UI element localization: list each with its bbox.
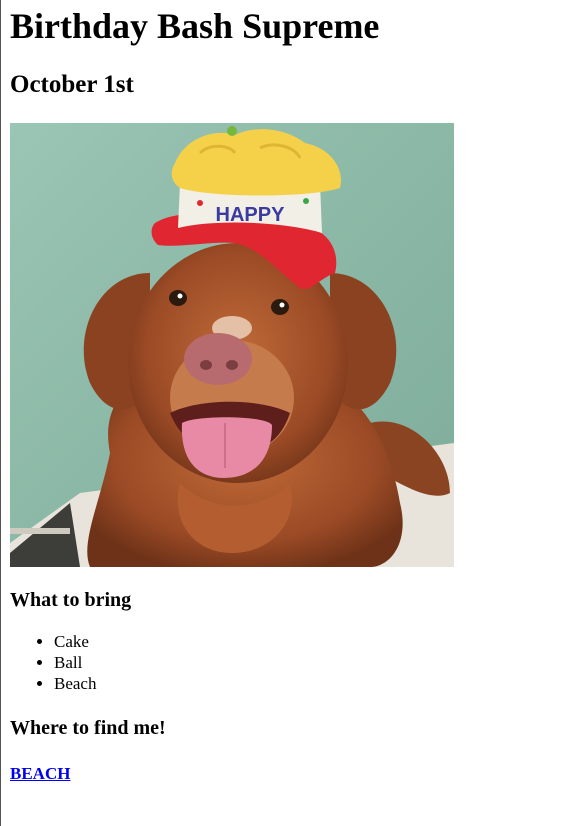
list-item: Cake: [54, 631, 96, 652]
page-title: Birthday Bash Supreme: [10, 6, 380, 46]
what-to-bring-heading: What to bring: [10, 589, 132, 611]
list-item: Ball: [54, 652, 96, 673]
window-left-edge: [0, 0, 1, 826]
dog-illustration: HAPPY: [10, 123, 454, 567]
where-to-find-heading: Where to find me!: [10, 717, 166, 739]
bring-list: Cake Ball Beach: [10, 631, 96, 694]
list-item: Beach: [54, 673, 96, 694]
event-date: October 1st: [10, 71, 134, 98]
hat-happy-text: HAPPY: [216, 204, 286, 226]
beach-link[interactable]: BEACH: [10, 763, 70, 785]
birthday-dog-photo: HAPPY: [10, 123, 454, 567]
